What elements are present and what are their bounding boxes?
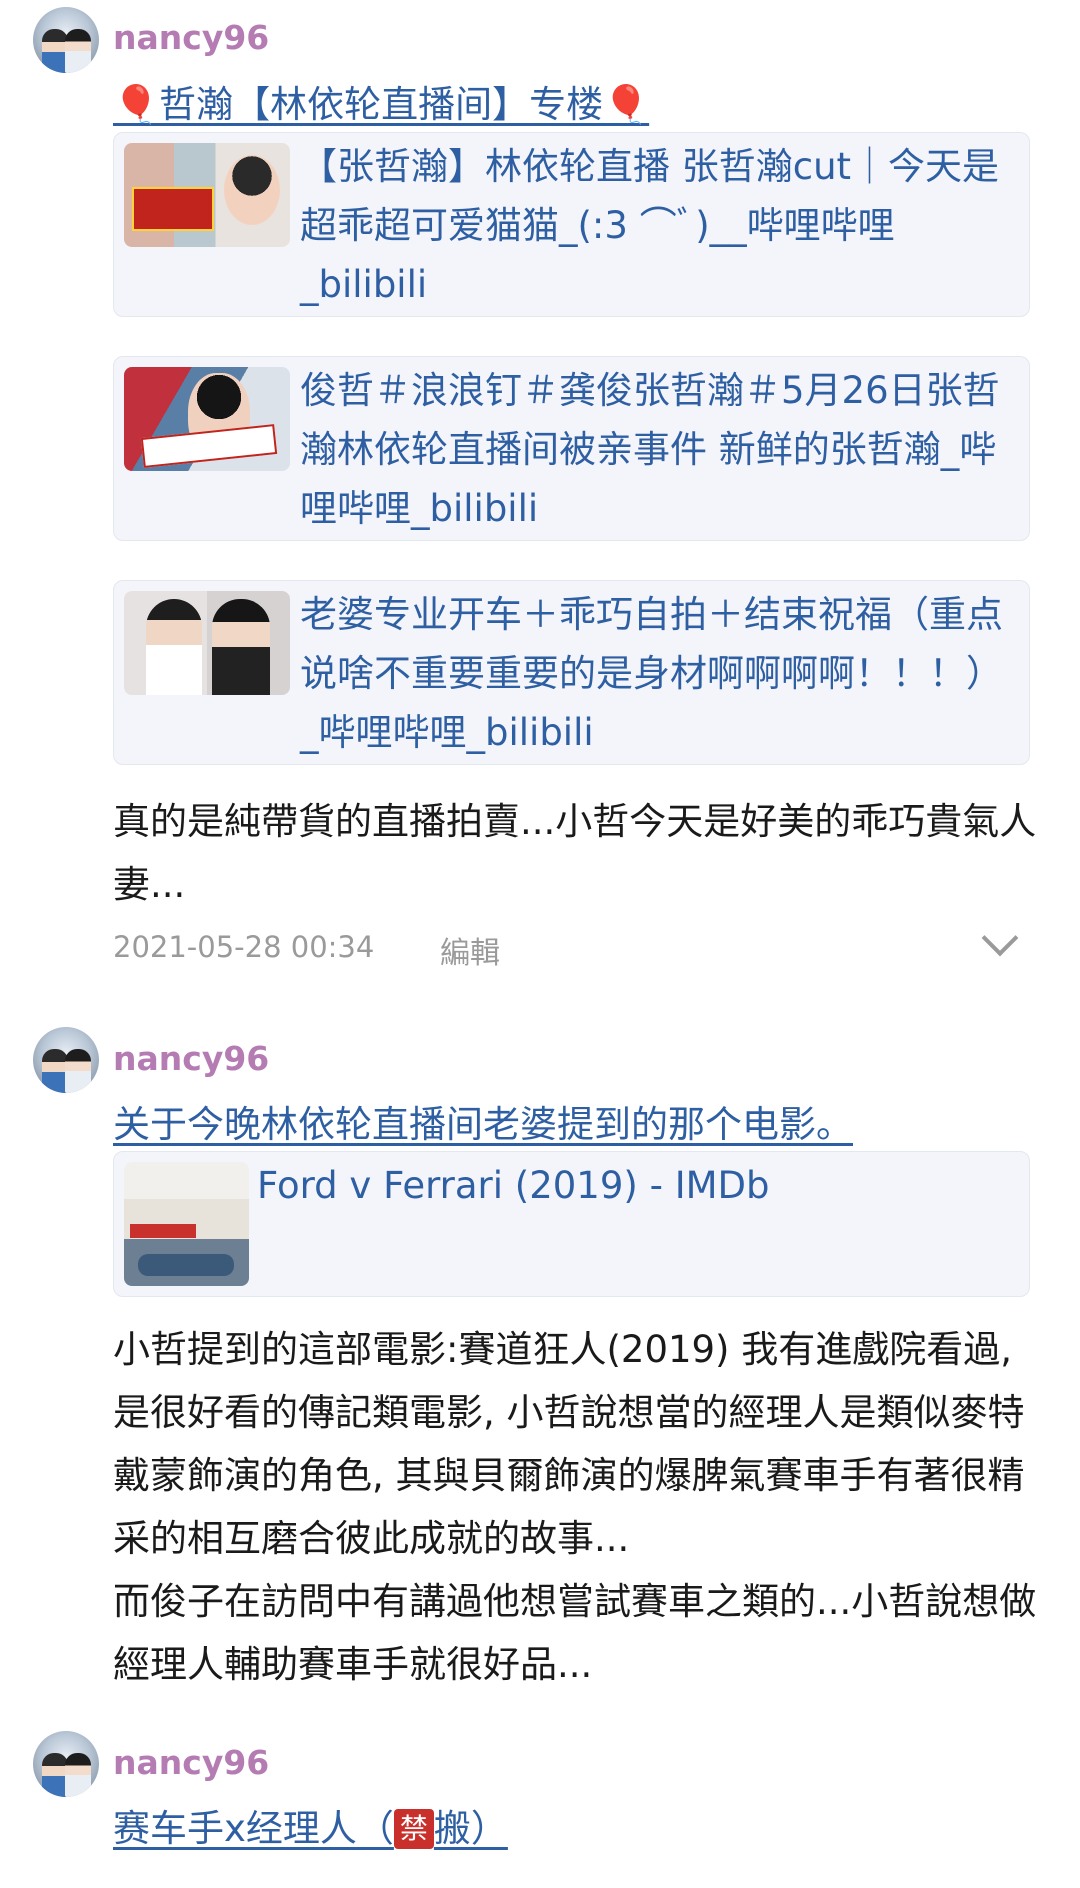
link-card-title: 【张哲瀚】林依轮直播 张哲瀚cut｜今天是超乖超可爱猫猫_(:3 ⌒ﾞ)__哔哩… <box>300 145 1000 306</box>
link-card-title: 老婆专业开车＋乖巧自拍＋结束祝福（重点说啥不重要重要的是身材啊啊啊啊！！！）_哔… <box>300 593 1003 754</box>
thread-title-text: 搬） <box>433 1807 508 1850</box>
post-body: 小哲提到的這部電影:賽道狂人(2019) 我有進戲院看過, 是很好看的傳記類電影… <box>113 1328 1037 1686</box>
link-card[interactable]: Ford v Ferrari (2019) - IMDb <box>113 1151 1030 1297</box>
thread-title-text: 赛车手x经理人（ <box>113 1807 394 1850</box>
username[interactable]: nancy96 <box>113 1039 269 1078</box>
post-timestamp: 2021-05-28 00:34 <box>113 930 375 964</box>
movie-poster-thumbnail <box>124 1162 249 1286</box>
thread-title-link[interactable]: 赛车手x经理人（禁搬） <box>113 1798 508 1852</box>
thread-title-link[interactable]: 🎈哲瀚【林依轮直播间】专楼🎈 <box>113 74 649 128</box>
post-body: 真的是純帶貨的直播拍賣...小哲今天是好美的乖巧貴氣人妻... <box>113 800 1037 906</box>
avatar[interactable] <box>33 1731 99 1797</box>
avatar[interactable] <box>33 7 99 73</box>
video-thumbnail <box>124 367 290 471</box>
link-card[interactable]: 【张哲瀚】林依轮直播 张哲瀚cut｜今天是超乖超可爱猫猫_(:3 ⌒ﾞ)__哔哩… <box>113 132 1030 317</box>
video-thumbnail <box>124 591 290 695</box>
video-thumbnail <box>124 143 290 247</box>
link-card-title: Ford v Ferrari (2019) - IMDb <box>257 1164 770 1207</box>
chevron-down-icon[interactable] <box>981 919 1019 957</box>
username[interactable]: nancy96 <box>113 1743 269 1782</box>
ban-badge-icon: 禁 <box>393 1809 434 1849</box>
link-card[interactable]: 俊哲＃浪浪钉＃龚俊张哲瀚＃5月26日张哲瀚林依轮直播间被亲事件 新鲜的张哲瀚_哔… <box>113 356 1030 541</box>
avatar[interactable] <box>33 1027 99 1093</box>
username[interactable]: nancy96 <box>113 18 269 57</box>
thread-title-link[interactable]: 关于今晚林依轮直播间老婆提到的那个电影。 <box>113 1094 853 1148</box>
link-card-title: 俊哲＃浪浪钉＃龚俊张哲瀚＃5月26日张哲瀚林依轮直播间被亲事件 新鲜的张哲瀚_哔… <box>300 369 1000 530</box>
link-card[interactable]: 老婆专业开车＋乖巧自拍＋结束祝福（重点说啥不重要重要的是身材啊啊啊啊！！！）_哔… <box>113 580 1030 765</box>
edit-link[interactable]: 編輯 <box>440 928 500 972</box>
